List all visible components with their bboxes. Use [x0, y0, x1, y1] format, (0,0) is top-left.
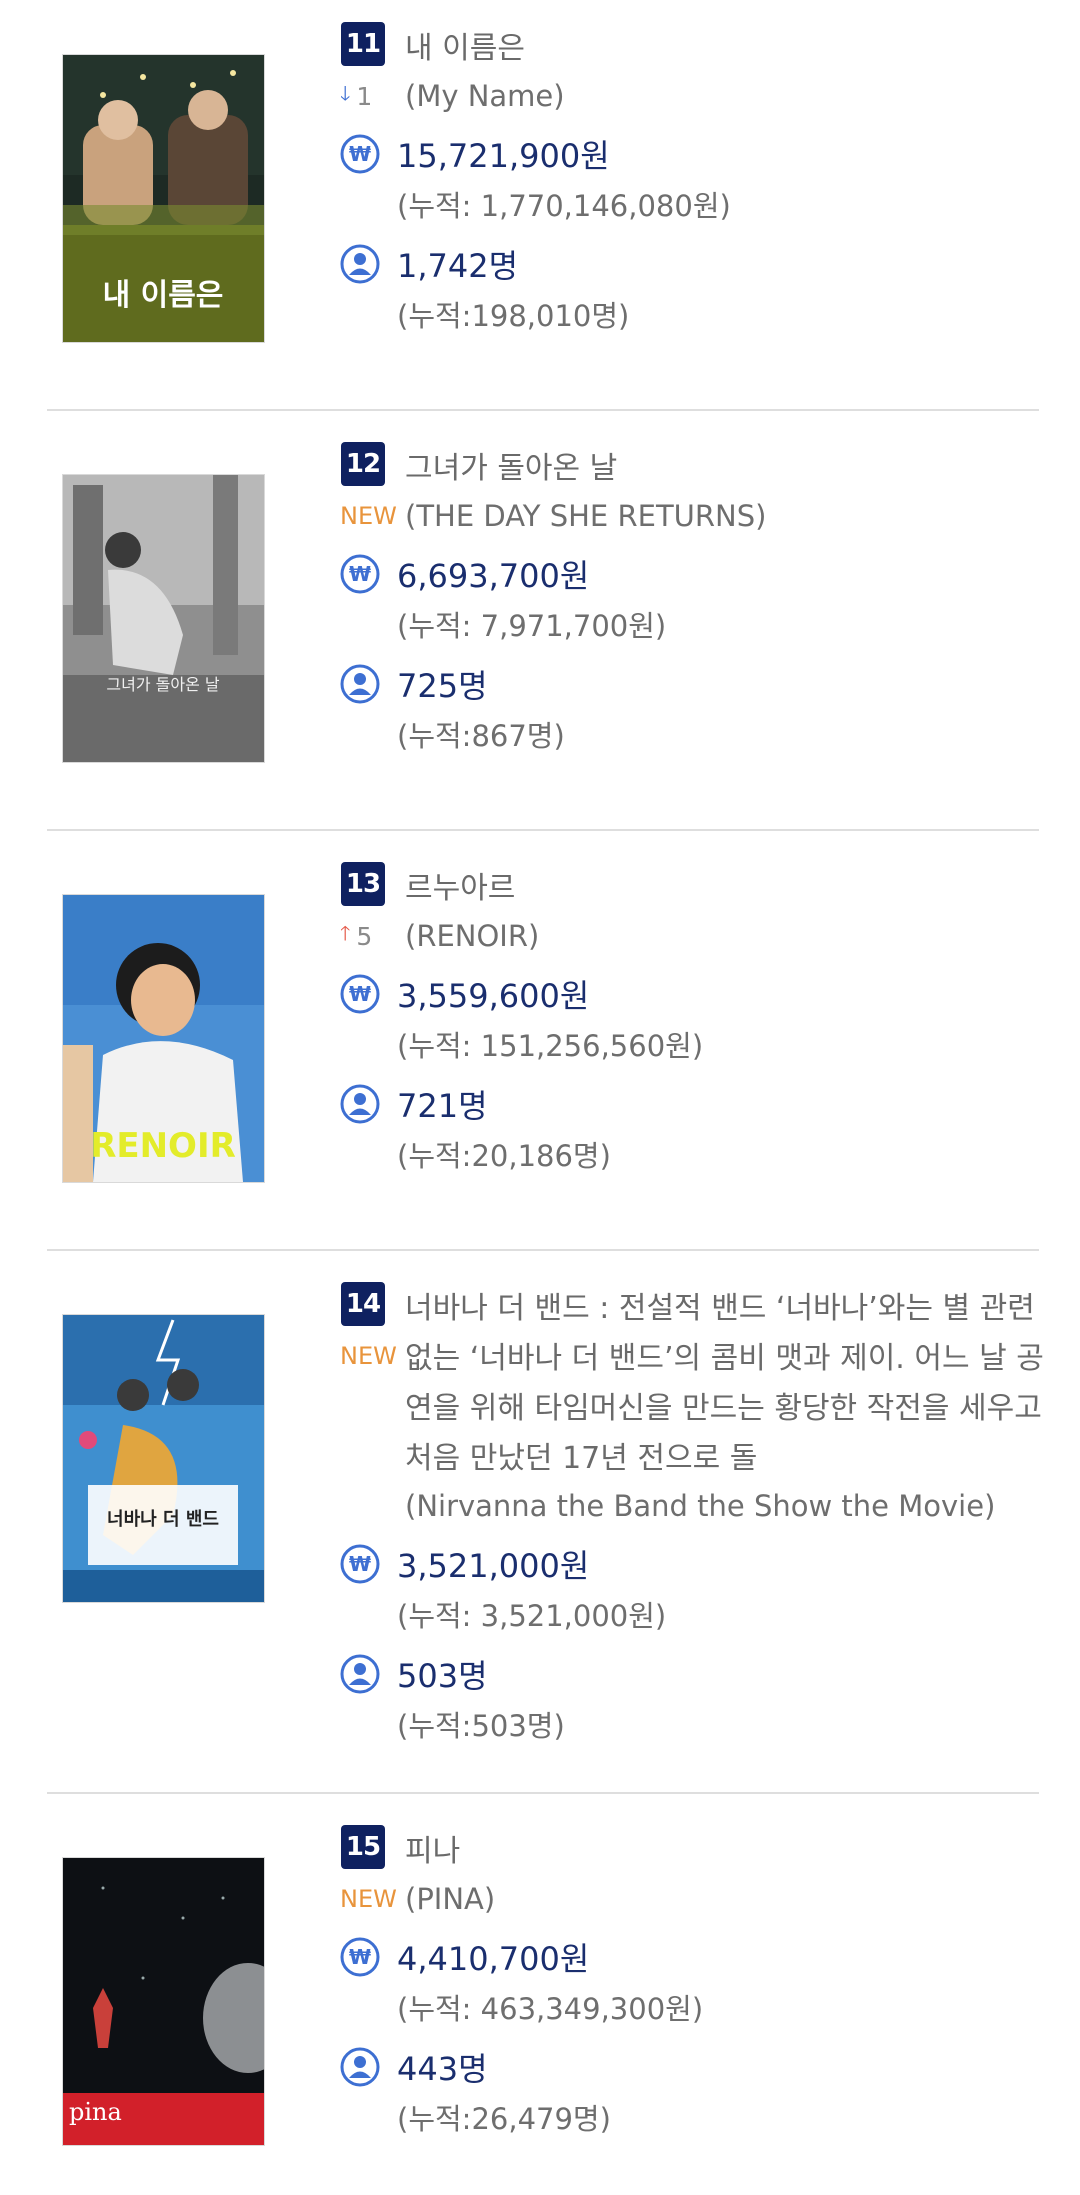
divider — [47, 1792, 1039, 1794]
rank-change: 🡑 5 — [340, 918, 400, 954]
svg-text:₩: ₩ — [349, 142, 371, 166]
won-circle-icon: ₩ — [340, 1937, 380, 1977]
original-title: (PINA) — [405, 1882, 496, 1916]
svg-text:₩: ₩ — [349, 1945, 371, 1969]
daily-audience: 1,742명 — [397, 247, 519, 285]
movie-title[interactable]: 너바나 더 밴드 : 전설적 밴드 ‘너바나’와는 별 관련 없는 ‘너바나 더… — [405, 1284, 1045, 1484]
original-title: (My Name) — [405, 79, 565, 113]
person-circle-icon — [340, 244, 380, 284]
rank-badge: 13 — [341, 862, 385, 906]
daily-audience: 721명 — [397, 1087, 488, 1125]
cumulative-revenue: (누적: 1,770,146,080원) — [397, 189, 731, 223]
daily-revenue: 3,559,600원 — [397, 977, 590, 1015]
arrow-up-icon: 🡑 — [340, 921, 351, 945]
arrow-down-icon: 🡓 — [340, 81, 351, 105]
person-circle-icon — [340, 1084, 380, 1124]
rank-badge: 15 — [341, 1825, 385, 1869]
poster-title: 내 이름은 — [103, 278, 224, 313]
rank-change-new-badge: NEW — [340, 502, 397, 530]
daily-revenue: 4,410,700원 — [397, 1940, 590, 1978]
svg-text:₩: ₩ — [349, 562, 371, 586]
original-title: (Nirvanna the Band the Show the Movie) — [405, 1489, 996, 1523]
cumulative-audience: (누적:503명) — [397, 1709, 565, 1743]
won-circle-icon: ₩ — [340, 134, 380, 174]
won-circle-icon: ₩ — [340, 974, 380, 1014]
daily-revenue: 3,521,000원 — [397, 1547, 590, 1585]
svg-text:₩: ₩ — [349, 982, 371, 1006]
cumulative-revenue: (누적: 3,521,000원) — [397, 1599, 667, 1633]
person-circle-icon — [340, 2047, 380, 2087]
movie-poster[interactable]: pina — [63, 1858, 264, 2145]
cumulative-audience: (누적:198,010명) — [397, 299, 630, 333]
daily-revenue: 15,721,900원 — [397, 137, 610, 175]
cumulative-revenue: (누적: 463,349,300원) — [397, 1992, 704, 2026]
divider — [47, 1249, 1039, 1251]
rank-change-value: 1 — [356, 81, 373, 111]
movie-poster[interactable]: 내 이름은 — [63, 55, 264, 342]
cumulative-audience: (누적:26,479명) — [397, 2102, 611, 2136]
original-title: (THE DAY SHE RETURNS) — [405, 499, 767, 533]
person-circle-icon — [340, 1654, 380, 1694]
poster-title: RENOIR — [90, 1126, 236, 1166]
svg-text:₩: ₩ — [349, 1552, 371, 1576]
daily-revenue: 6,693,700원 — [397, 557, 590, 595]
rank-badge: 14 — [341, 1282, 385, 1326]
movie-title[interactable]: 그녀가 돌아온 날 — [405, 444, 1035, 494]
movie-poster[interactable]: 너바나 더 밴드 — [63, 1315, 264, 1602]
cumulative-audience: (누적:867명) — [397, 719, 565, 753]
won-circle-icon: ₩ — [340, 554, 380, 594]
cumulative-audience: (누적:20,186명) — [397, 1139, 611, 1173]
won-circle-icon: ₩ — [340, 1544, 380, 1584]
rank-badge: 12 — [341, 442, 385, 486]
poster-title: 그녀가 돌아온 날 — [106, 675, 219, 694]
movie-title[interactable]: 내 이름은 — [405, 24, 1035, 74]
movie-title[interactable]: 피나 — [405, 1827, 1035, 1877]
rank-change-new-badge: NEW — [340, 1885, 397, 1913]
movie-poster[interactable]: RENOIR — [63, 895, 264, 1182]
daily-audience: 503명 — [397, 1657, 488, 1695]
original-title: (RENOIR) — [405, 919, 540, 953]
daily-audience: 725명 — [397, 667, 488, 705]
person-circle-icon — [340, 664, 380, 704]
rank-change: 🡓 1 — [340, 78, 400, 114]
movie-poster[interactable]: 그녀가 돌아온 날 — [63, 475, 264, 762]
poster-title: 너바나 더 밴드 — [107, 1509, 219, 1530]
daily-audience: 443명 — [397, 2050, 488, 2088]
rank-badge: 11 — [341, 22, 385, 66]
cumulative-revenue: (누적: 7,971,700원) — [397, 609, 667, 643]
cumulative-revenue: (누적: 151,256,560원) — [397, 1029, 704, 1063]
divider — [47, 829, 1039, 831]
rank-change-new-badge: NEW — [340, 1342, 397, 1370]
poster-title: pina — [69, 2098, 122, 2126]
movie-title[interactable]: 르누아르 — [405, 864, 1035, 914]
rank-change-value: 5 — [356, 921, 373, 951]
divider — [47, 409, 1039, 411]
